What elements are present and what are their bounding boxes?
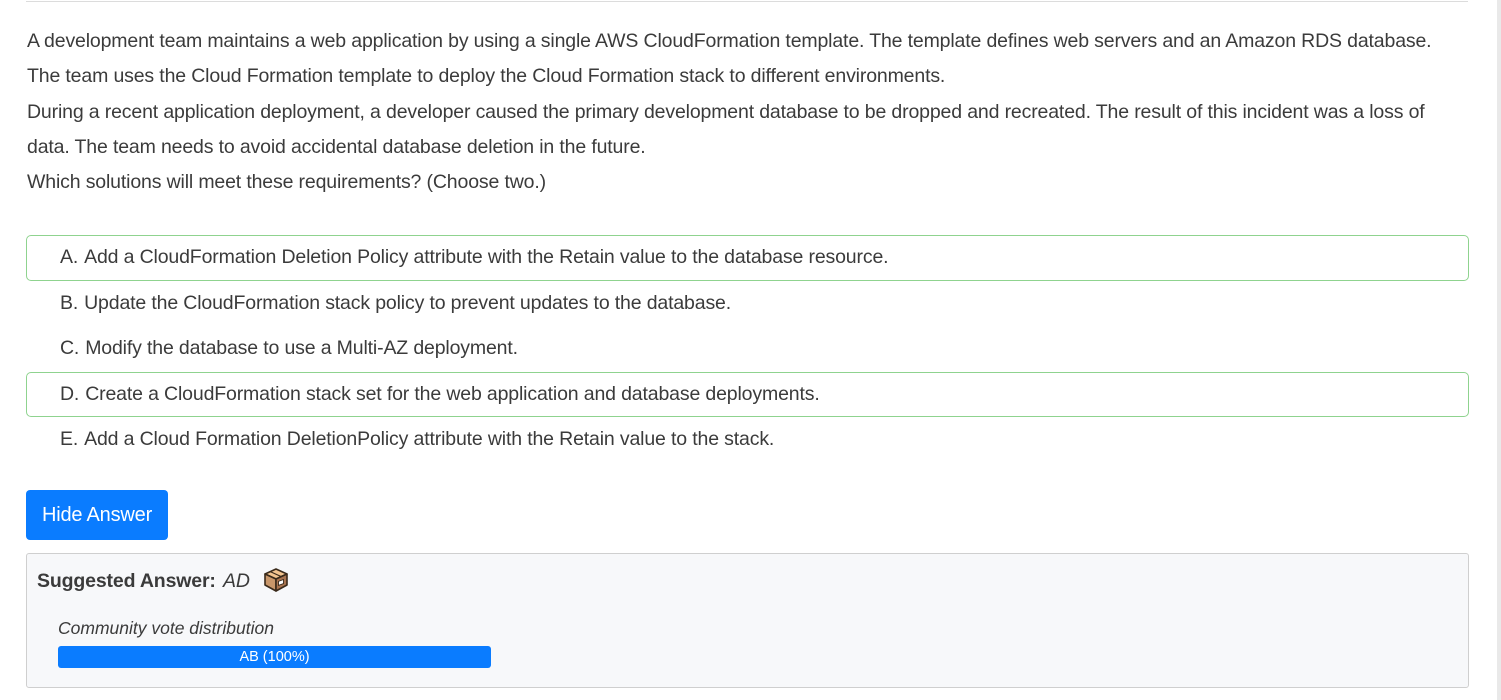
choice-letter: E. bbox=[60, 428, 79, 450]
vote-distribution-label: Community vote distribution bbox=[58, 618, 274, 638]
choice-letter: D. bbox=[60, 382, 80, 405]
question-paragraph: A development team maintains a web appli… bbox=[27, 30, 1432, 88]
choice-a[interactable]: A. Add a CloudFormation Deletion Policy a… bbox=[26, 235, 1469, 281]
suggested-answer-panel: Suggested Answer: AD Community vote dist… bbox=[26, 553, 1469, 688]
choice-e[interactable]: E. Add a Cloud Formation DeletionPolicy a… bbox=[26, 417, 1469, 463]
question-text: A development team maintains a web appli… bbox=[27, 24, 1467, 200]
choice-text: Add a Cloud Formation DeletionPolicy att… bbox=[84, 428, 775, 450]
choice-letter: A. bbox=[60, 246, 79, 268]
answer-choices: A. Add a CloudFormation Deletion Policy a… bbox=[26, 235, 1469, 463]
vote-segment-ab: AB (100%) bbox=[58, 646, 491, 668]
choice-text: Modify the database to use a Multi-AZ de… bbox=[85, 337, 518, 359]
choice-text: Update the CloudFormation stack policy t… bbox=[84, 291, 732, 314]
question-prompt: Which solutions will meet these requirem… bbox=[27, 171, 546, 194]
vote-distribution-bar: AB (100%) bbox=[58, 646, 491, 668]
suggested-answer: Suggested Answer: AD bbox=[37, 566, 289, 596]
choice-letter: B. bbox=[60, 291, 79, 314]
discussion-cube-icon[interactable] bbox=[263, 567, 289, 593]
scrollbar[interactable] bbox=[1497, 0, 1501, 700]
choice-letter: C. bbox=[60, 337, 80, 359]
suggested-answer-value: AD bbox=[223, 570, 250, 592]
choice-b[interactable]: B. Update the CloudFormation stack policy… bbox=[26, 281, 1469, 327]
choice-text: Create a CloudFormation stack set for th… bbox=[85, 382, 820, 405]
divider bbox=[26, 1, 1468, 2]
hide-answer-button[interactable]: Hide Answer bbox=[26, 490, 168, 540]
suggested-answer-label: Suggested Answer: bbox=[37, 570, 216, 592]
choice-text: Add a CloudFormation Deletion Policy att… bbox=[84, 246, 889, 268]
question-paragraph: During a recent application deployment, … bbox=[27, 100, 1425, 158]
exam-question-page: A development team maintains a web appli… bbox=[0, 0, 1501, 700]
choice-d[interactable]: D. Create a CloudFormation stack set for … bbox=[26, 371, 1469, 417]
choice-c[interactable]: C. Modify the database to use a Multi-AZ … bbox=[26, 326, 1469, 372]
